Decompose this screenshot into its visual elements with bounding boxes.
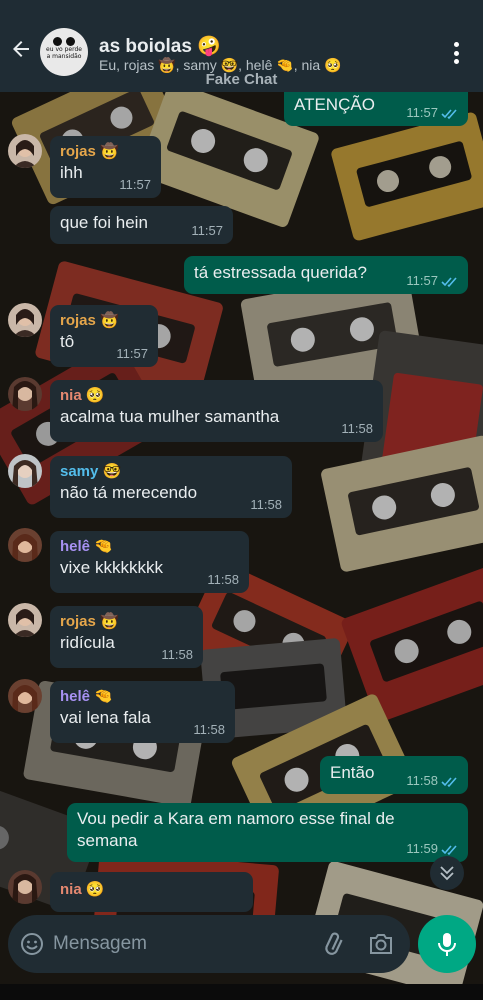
message-sender: nia 🥺 [60,387,105,404]
attach-icon[interactable] [322,931,348,957]
message-sender: helê 🤏 [60,538,113,555]
message-sender: nia 🥺 [60,881,105,898]
avatar-rojas[interactable] [8,603,42,637]
message-time: 11:58 [406,773,438,788]
message-bubble-incoming[interactable]: rojas 🤠 tô 11:57 [50,305,158,367]
message-time: 11:57 [119,177,151,192]
message-bubble-incoming[interactable]: rojas 🤠 ihh 11:57 [50,136,161,198]
message-text: Vou pedir a Kara em namoro esse final de… [77,809,395,850]
message-sender: rojas 🤠 [60,613,119,630]
microphone-icon [438,933,456,956]
message-bubble-outgoing[interactable]: ATENÇÃO 11:57 [284,90,468,126]
scroll-to-bottom-button[interactable] [430,856,464,890]
avatar-nia[interactable] [8,377,42,411]
avatar-nia[interactable] [8,870,42,904]
message-bubble-incoming[interactable]: helê 🤏 vixe kkkkkkkk 11:58 [50,531,249,593]
message-bubble-outgoing[interactable]: Vou pedir a Kara em namoro esse final de… [67,803,468,862]
message-time: 11:58 [161,647,193,662]
camera-icon[interactable] [368,932,394,956]
message-bubble-outgoing[interactable]: tá estressada querida? 11:57 [184,256,468,294]
message-time: 11:58 [250,497,282,512]
group-title[interactable]: as boiolas 🤪 [99,34,221,58]
message-time: 11:57 [406,273,438,288]
read-ticks-icon [441,777,457,788]
read-ticks-icon [441,109,457,120]
avatar-samy[interactable] [8,454,42,488]
emoji-icon[interactable] [20,932,44,956]
read-ticks-icon [441,277,457,288]
message-time: 11:57 [116,346,148,361]
message-bubble-outgoing[interactable]: Então 11:58 [320,756,468,794]
avatar-rojas[interactable] [8,134,42,168]
back-arrow-icon[interactable] [8,36,34,62]
message-time: 11:59 [406,841,438,856]
message-bubble-incoming[interactable]: nia 🥺 acalma tua mulher samantha 11:58 [50,380,383,442]
message-time: 11:57 [406,105,438,120]
more-options-icon[interactable] [446,40,466,66]
message-text: não tá merecendo [60,483,198,502]
message-input[interactable]: Mensagem [53,933,147,955]
message-sender: rojas 🤠 [60,312,119,329]
message-time: 11:58 [207,572,239,587]
avatar-rojas[interactable] [8,303,42,337]
message-time: 11:58 [341,421,373,436]
avatar-sign-text: eu vo perde a mansidão [46,46,82,60]
voice-message-button[interactable] [418,915,476,973]
fake-chat-watermark: Fake Chat [205,71,278,88]
message-sender: rojas 🤠 [60,143,119,160]
avatar-hele[interactable] [8,679,42,713]
group-avatar[interactable]: eu vo perde a mansidão [40,28,88,76]
message-bubble-incoming[interactable]: que foi hein 11:57 [50,206,233,244]
message-bubble-incoming[interactable]: rojas 🤠 ridícula 11:58 [50,606,203,668]
message-sender: helê 🤏 [60,688,113,705]
message-sender: samy 🤓 [60,463,122,480]
message-text: acalma tua mulher samantha [60,407,280,426]
message-bubble-incoming[interactable]: helê 🤏 vai lena fala 11:58 [50,681,235,743]
message-bubble-incoming[interactable]: nia 🥺 [50,872,253,912]
message-composer[interactable]: Mensagem [8,915,410,973]
message-time: 11:58 [193,722,225,737]
read-ticks-icon [441,845,457,856]
message-text: Então [330,763,375,782]
message-bubble-incoming[interactable]: samy 🤓 não tá merecendo 11:58 [50,456,292,518]
system-nav-bar [0,984,483,1000]
double-chevron-down-icon [440,866,454,881]
message-time: 11:57 [191,223,223,238]
avatar-hele[interactable] [8,528,42,562]
